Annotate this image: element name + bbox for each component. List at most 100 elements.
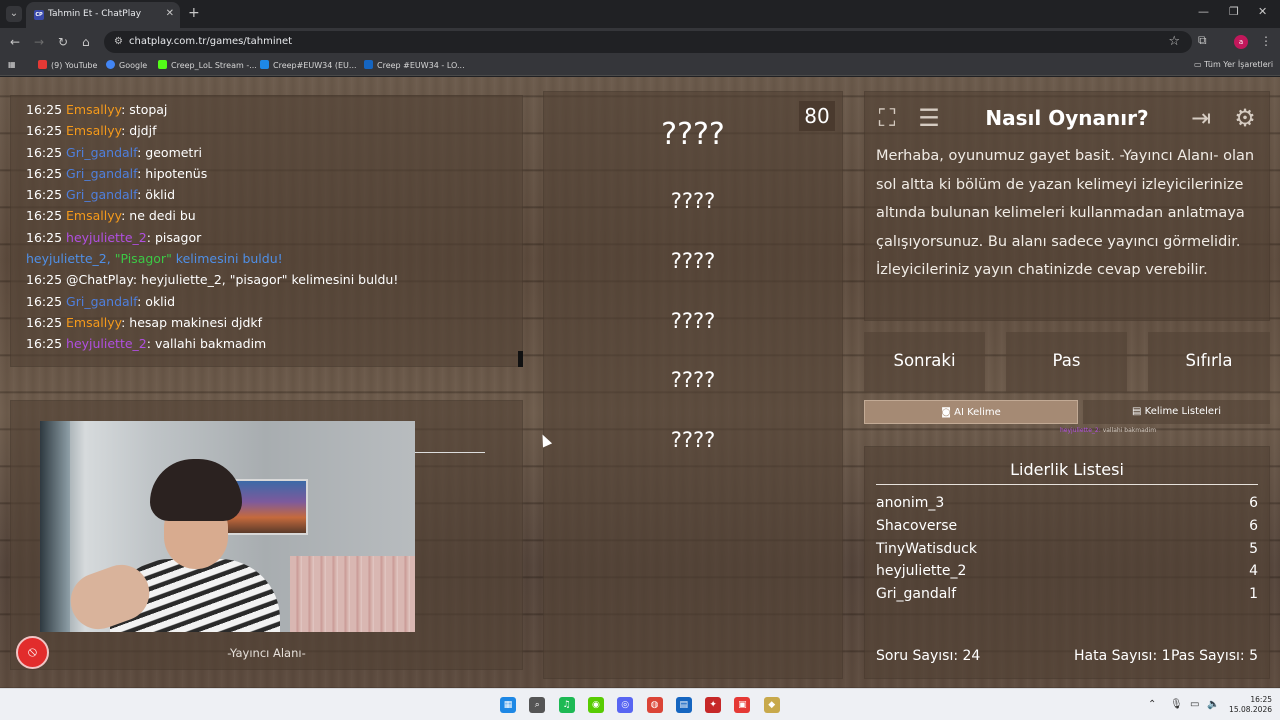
tab-ai-word[interactable]: ◙ AI Kelime [864, 400, 1078, 424]
forbidden-word: ???? [670, 428, 716, 452]
clock-time: 16:25 [1250, 695, 1272, 704]
chat-panel: 16:25 Emsallyy: stopaj 16:25 Emsallyy: dj… [10, 95, 523, 367]
chat-username[interactable]: Emsallyy [66, 315, 121, 330]
chat-username[interactable]: Emsallyy [66, 208, 121, 223]
reset-button[interactable]: Sıfırla [1148, 332, 1270, 392]
robot-icon: ◙ [941, 407, 955, 418]
chat-text: : vallahi bakmadim [146, 336, 267, 352]
chat-time: 16:25 [26, 272, 63, 288]
settings-gear-icon[interactable]: ⚙ [1228, 101, 1262, 135]
folder-icon: ▭ [1194, 60, 1205, 69]
bookmark-label: Creep_LoL Stream -... [171, 61, 257, 70]
chat-message: 16:25 Emsallyy: hesap makinesi djdkf [26, 312, 523, 333]
pass-button[interactable]: Pas [1006, 332, 1127, 392]
tab-tahmin-et[interactable]: CP Tahmin Et - ChatPlay ✕ [26, 2, 180, 28]
app-files-icon[interactable]: ▤ [675, 697, 692, 713]
bookmark-leagueofgraphs[interactable]: Creep#EUW34 (EU... [260, 60, 357, 70]
home-icon[interactable]: ⌂ [82, 34, 90, 50]
youtube-icon [38, 60, 47, 69]
chat-username[interactable]: heyjuliette_2 [66, 230, 147, 245]
app-game-icon[interactable]: ✦ [705, 697, 722, 713]
leaderboard-panel: Liderlik Listesi anonim_3 6 Shacoverse 6 Tin… [864, 446, 1270, 679]
streamer-area-panel: -Yayıncı Alanı- ⦸ [10, 400, 523, 670]
chat-username[interactable]: heyjuliette_2 [66, 336, 147, 351]
chat-username[interactable]: Emsallyy [66, 123, 121, 138]
chat-username[interactable]: Gri_gandalf [66, 294, 137, 309]
chat-username[interactable]: Gri_gandalf [66, 145, 137, 160]
volume-icon[interactable]: 🔈 [1207, 699, 1219, 710]
chrome-icon[interactable]: ◍ [646, 697, 663, 713]
chat-message: 16:25 Emsallyy: stopaj [26, 99, 523, 120]
duolingo-icon[interactable]: ◉ [587, 697, 604, 713]
tab-title: Tahmin Et - ChatPlay [48, 9, 142, 19]
profile-avatar[interactable]: a [1234, 35, 1248, 49]
chat-list: 16:25 Gri_gandalf: oklid 16:25 Emsallyy: … [26, 291, 523, 355]
system-clock[interactable]: 16:25 15.08.2026 [1229, 695, 1272, 715]
tab-word-lists[interactable]: ▤ Kelime Listeleri [1083, 400, 1270, 424]
tray-chevron-icon[interactable]: ⌃ [1148, 699, 1156, 710]
webcam-hair [150, 459, 242, 521]
window-close-icon[interactable]: ✕ [1258, 5, 1267, 18]
system-message: heyjuliette_2, "Pisagor" kelimesini buld… [26, 248, 523, 269]
restore-icon[interactable]: ❐ [1229, 5, 1239, 18]
forbidden-word: ???? [670, 189, 716, 213]
browser-menu-icon[interactable]: ⋮ [1260, 34, 1272, 48]
chat-text: : djdjf [121, 123, 157, 139]
chat-message: 16:25 Gri_gandalf: öklid [26, 184, 523, 205]
player-name: Shacoverse [876, 517, 958, 534]
player-score: 5 [1249, 540, 1258, 557]
chat-list: 16:25 Emsallyy: stopaj 16:25 Emsallyy: dj… [26, 99, 523, 248]
bookmark-star-icon[interactable]: ☆ [1168, 34, 1180, 49]
chat-message: 16:25 heyjuliette_2: pisagor [26, 227, 523, 248]
apps-grid-icon[interactable]: ▦ [8, 60, 16, 69]
chat-text: : öklid [137, 187, 176, 203]
target-word: ???? [661, 117, 725, 152]
chat-scrollbar[interactable] [518, 351, 523, 367]
bookmark-google[interactable]: Google [106, 60, 147, 70]
bookmark-youtube[interactable]: (9) YouTube [38, 60, 97, 70]
microphone-icon[interactable]: 🎙 [1170, 699, 1183, 710]
tab-ai-label: AI Kelime [954, 407, 1001, 418]
back-icon[interactable]: ← [10, 34, 20, 50]
list-icon: ▤ [1132, 406, 1145, 417]
windows-taskbar: ▦ ⌕ ♫ ◉ ◎ ◍ ▤ ✦ ▣ ◆ ⌃ 🎙 ▭ 🔈 16:25 15.08.2026 [0, 688, 1280, 720]
tab-lists-label: Kelime Listeleri [1144, 406, 1221, 417]
all-bookmarks[interactable]: ▭ Tüm Yer İşaretleri [1194, 60, 1273, 69]
tab-search-icon[interactable]: ⌄ [6, 6, 22, 22]
kick-icon [158, 60, 167, 69]
last-chat-preview: heyjuliette_2: vallahi bakmadim [1060, 427, 1156, 434]
extensions-icon[interactable]: ⧉ [1198, 33, 1207, 48]
tab-close-icon[interactable]: ✕ [166, 8, 174, 19]
record-off-icon[interactable]: ⦸ [16, 636, 49, 669]
exit-icon[interactable]: ⇥ [1184, 101, 1218, 135]
search-icon[interactable]: ⌕ [529, 697, 546, 713]
chat-username[interactable]: Emsallyy [66, 102, 121, 117]
url-input[interactable]: ⚙ chatplay.com.tr/games/tahminet ☆ [104, 31, 1192, 53]
chat-time: 16:25 [26, 314, 63, 330]
reload-icon[interactable]: ↻ [58, 34, 68, 50]
league-site-icon [260, 60, 269, 69]
next-button[interactable]: Sonraki [864, 332, 985, 392]
network-icon[interactable]: ▭ [1190, 699, 1199, 710]
windows-start-icon[interactable]: ▦ [500, 697, 516, 713]
clock-date: 15.08.2026 [1229, 705, 1272, 714]
chat-text: : stopaj [121, 102, 168, 117]
system-text: kelimesini buldu! [171, 251, 283, 267]
new-tab-icon[interactable]: + [188, 6, 200, 20]
chat-time: 16:25 [26, 208, 63, 224]
chat-text: : hesap makinesi djdkf [121, 314, 263, 330]
divider [876, 484, 1258, 485]
chat-username[interactable]: Gri_gandalf [66, 166, 137, 181]
league-icon[interactable]: ◆ [763, 697, 780, 713]
discord-icon[interactable]: ◎ [617, 697, 634, 713]
spotify-icon[interactable]: ♫ [558, 697, 575, 713]
google-icon [106, 60, 115, 69]
chat-username[interactable]: Gri_gandalf [66, 187, 137, 202]
player-score: 4 [1249, 563, 1258, 580]
site-info-icon[interactable]: ⚙ [114, 36, 123, 47]
minimize-icon[interactable]: — [1198, 5, 1209, 18]
app-media-icon[interactable]: ▣ [734, 697, 751, 713]
bookmark-opgg[interactable]: Creep #EUW34 - LO... [364, 60, 465, 70]
forward-icon[interactable]: → [34, 34, 44, 50]
bookmark-kick[interactable]: Creep_LoL Stream -... [158, 60, 257, 70]
